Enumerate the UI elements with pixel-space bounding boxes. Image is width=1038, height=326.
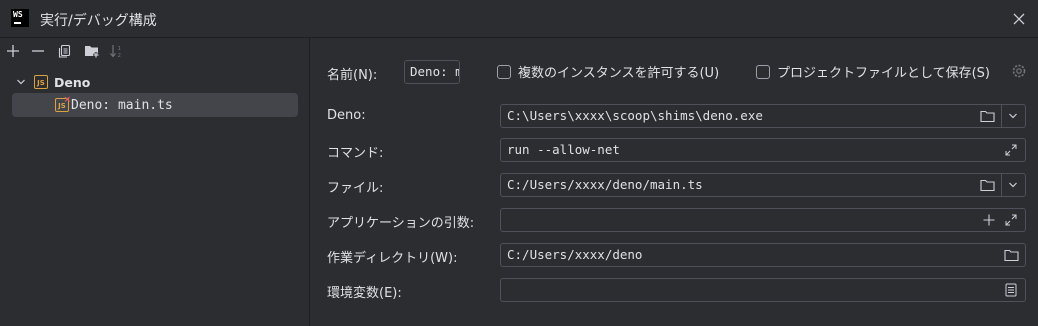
copy-icon: [58, 44, 71, 58]
svg-text:1: 1: [118, 46, 122, 52]
javascript-file-error-icon: JS ×: [55, 95, 71, 112]
new-folder-icon: [85, 46, 99, 58]
add-icon: [7, 45, 19, 57]
close-icon: [1013, 13, 1025, 25]
field-separator: [1001, 105, 1002, 127]
add-icon[interactable]: [981, 212, 997, 228]
sort-button[interactable]: 1 2: [108, 42, 126, 60]
env-vars-label: 環境変数(E):: [327, 286, 402, 301]
window-title: 実行/デバッグ構成: [40, 13, 157, 29]
app-args-field[interactable]: [500, 208, 1026, 232]
env-vars-field[interactable]: [500, 278, 1026, 302]
command-value: run --allow-net: [507, 142, 620, 157]
webstorm-logo-icon: WS: [11, 9, 29, 27]
name-input[interactable]: Deno: main.ts: [404, 60, 460, 84]
deno-path-field[interactable]: C:\Users\xxxx\scoop\shims\deno.exe: [500, 104, 1026, 128]
working-dir-value: C:/Users/xxxx/deno: [507, 247, 643, 262]
new-folder-button[interactable]: [83, 42, 101, 60]
store-as-project-file-label: プロジェクトファイルとして保存(S): [777, 66, 991, 81]
working-dir-label: 作業ディレクトリ(W):: [327, 251, 458, 266]
svg-text:2: 2: [118, 53, 122, 58]
name-value: Deno: main.ts: [410, 64, 459, 79]
copy-button[interactable]: [56, 42, 74, 60]
file-label: ファイル:: [327, 181, 384, 196]
expand-icon[interactable]: [1003, 142, 1019, 158]
chevron-down-icon[interactable]: [1005, 108, 1021, 124]
remove-button[interactable]: [29, 42, 47, 60]
add-button[interactable]: [4, 42, 22, 60]
gear-icon[interactable]: [1010, 62, 1028, 80]
tree-item-deno-main-ts[interactable]: JS × Deno: main.ts: [12, 93, 298, 117]
sort-icon: 1 2: [110, 45, 122, 58]
chevron-down-icon[interactable]: [1005, 177, 1021, 193]
command-label: コマンド:: [327, 146, 384, 161]
allow-parallel-checkbox-row[interactable]: 複数のインスタンスを許可する(U): [497, 62, 719, 81]
file-value: C:/Users/xxxx/deno/main.ts: [507, 177, 703, 192]
field-separator: [1001, 174, 1002, 196]
tree-item-label: Deno: main.ts: [71, 97, 173, 113]
folder-icon[interactable]: [979, 177, 995, 193]
deno-path-value: C:\Users\xxxx\scoop\shims\deno.exe: [507, 108, 763, 123]
configuration-tree-panel: 1 2 JS Deno JS × Deno: main.ts: [0, 38, 310, 326]
list-icon[interactable]: [1003, 282, 1019, 298]
javascript-file-icon: JS: [34, 75, 48, 89]
store-as-project-file-checkbox-row[interactable]: プロジェクトファイルとして保存(S): [756, 62, 990, 81]
store-as-project-file-checkbox[interactable]: [756, 64, 770, 79]
tree-item-deno-group[interactable]: JS Deno: [14, 70, 304, 94]
folder-icon[interactable]: [979, 108, 995, 124]
allow-parallel-checkbox[interactable]: [497, 64, 511, 79]
app-logo-text: WS: [13, 10, 23, 19]
file-field[interactable]: C:/Users/xxxx/deno/main.ts: [500, 173, 1026, 197]
app-args-label: アプリケーションの引数:: [327, 216, 475, 231]
expand-icon[interactable]: [1003, 212, 1019, 228]
name-label: 名前(N):: [327, 68, 378, 83]
configuration-form: 名前(N): Deno: main.ts 複数のインスタンスを許可する(U) プ…: [311, 38, 1038, 326]
title-bar: WS 実行/デバッグ構成: [0, 0, 1038, 38]
allow-parallel-label: 複数のインスタンスを許可する(U): [518, 66, 720, 81]
command-field[interactable]: run --allow-net: [500, 138, 1026, 162]
working-dir-field[interactable]: C:/Users/xxxx/deno: [500, 243, 1026, 267]
close-button[interactable]: [1010, 10, 1028, 28]
folder-icon[interactable]: [1003, 247, 1019, 263]
tree-item-label: Deno: [54, 74, 91, 90]
remove-icon: [32, 50, 44, 52]
chevron-down-icon[interactable]: [14, 75, 28, 89]
deno-label: Deno:: [327, 108, 366, 123]
tree-toolbar: 1 2: [0, 38, 310, 64]
